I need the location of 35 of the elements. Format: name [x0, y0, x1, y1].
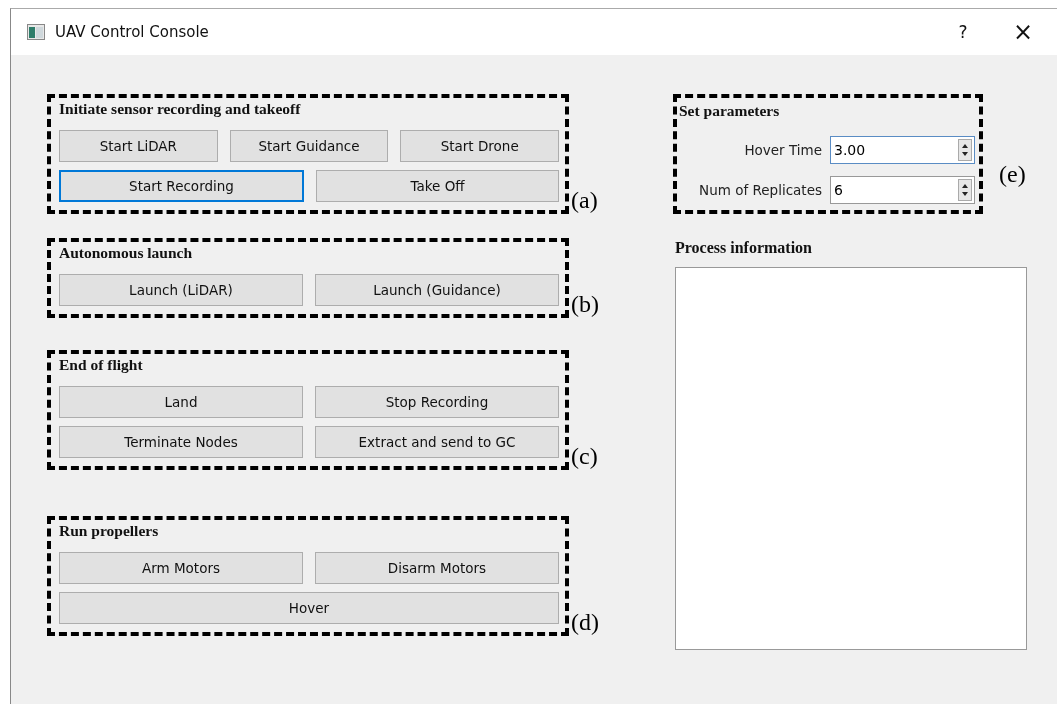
- action-button[interactable]: Stop Recording: [315, 386, 559, 418]
- action-button[interactable]: Disarm Motors: [315, 552, 559, 584]
- action-button[interactable]: Extract and send to GC: [315, 426, 559, 458]
- panel-label: (c): [571, 443, 598, 470]
- spin-arrows-icon[interactable]: [958, 139, 972, 161]
- field-label: Hover Time: [744, 142, 822, 158]
- window-title: UAV Control Console: [55, 23, 209, 41]
- panel-label: (e): [999, 160, 1026, 188]
- panel-label: (d): [571, 609, 599, 636]
- panel-label: (b): [571, 291, 599, 318]
- action-button[interactable]: Terminate Nodes: [59, 426, 303, 458]
- group-title: Initiate sensor recording and takeoff: [59, 100, 302, 119]
- action-button[interactable]: Hover: [59, 592, 559, 624]
- group-title: Run propellers: [59, 522, 160, 541]
- help-button[interactable]: ?: [933, 22, 993, 42]
- panel-label: (a): [571, 187, 598, 214]
- spin-box[interactable]: 3.00: [830, 136, 975, 164]
- field-label: Num of Replicates: [699, 182, 822, 198]
- section-title: Process information: [675, 239, 813, 257]
- spin-arrows-icon[interactable]: [958, 179, 972, 201]
- action-button[interactable]: Start Guidance: [229, 130, 389, 162]
- action-button[interactable]: Land: [59, 386, 303, 418]
- action-button[interactable]: Start Recording: [59, 170, 304, 202]
- close-button[interactable]: ×: [993, 18, 1053, 46]
- action-button[interactable]: Arm Motors: [59, 552, 303, 584]
- action-button[interactable]: Start LiDAR: [59, 130, 218, 162]
- action-button[interactable]: Start Drone: [400, 130, 559, 162]
- action-button[interactable]: Launch (LiDAR): [59, 274, 303, 306]
- group-title: Set parameters: [679, 102, 781, 121]
- group-title: End of flight: [59, 356, 144, 375]
- action-button[interactable]: Launch (Guidance): [315, 274, 559, 306]
- app-icon: [27, 24, 45, 40]
- spin-box[interactable]: 6: [830, 176, 975, 204]
- group-title: Autonomous launch: [59, 244, 194, 263]
- action-button[interactable]: Take Off: [316, 170, 559, 202]
